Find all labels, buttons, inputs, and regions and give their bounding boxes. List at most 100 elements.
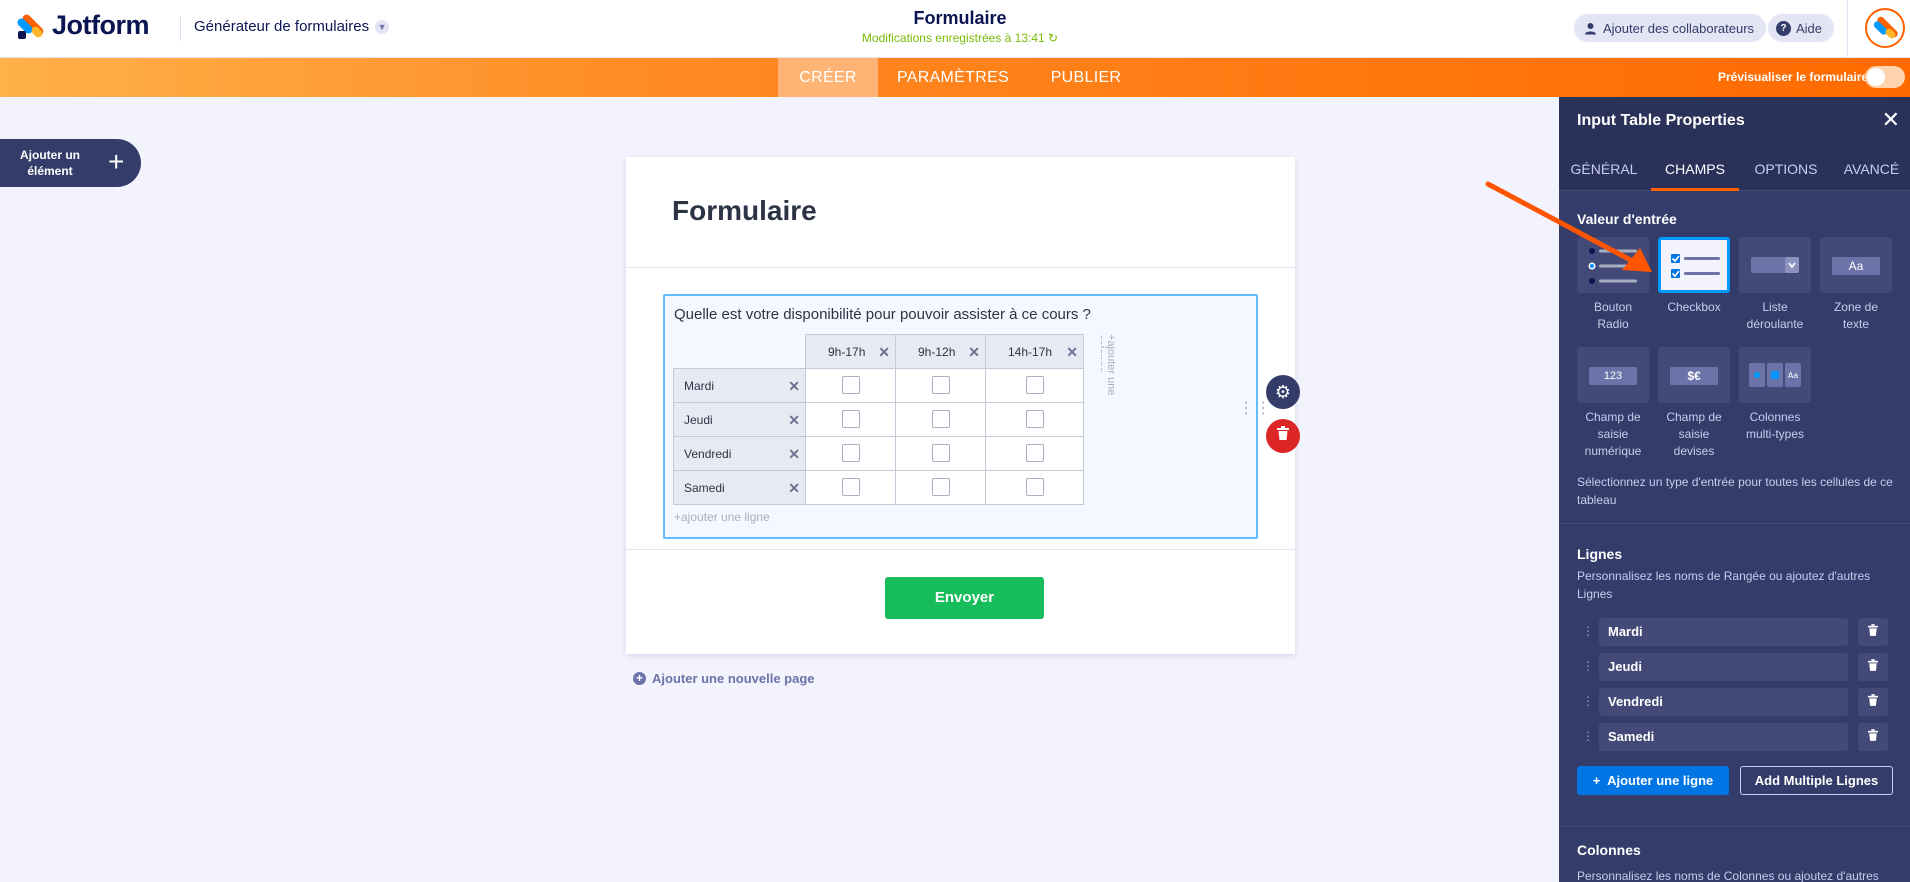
row-name-input[interactable]: Mardi	[1599, 618, 1848, 646]
tab-options[interactable]: OPTIONS	[1741, 147, 1831, 191]
add-element-button[interactable]: Ajouter un élément +	[0, 139, 141, 187]
builder-label: Générateur de formulaires	[194, 18, 370, 35]
help-button[interactable]: ? Aide	[1768, 14, 1835, 42]
row-name-input[interactable]: Vendredi	[1599, 688, 1848, 716]
row-editor: ⋮⋮ Vendredi	[1577, 688, 1900, 716]
close-icon[interactable]: ✕	[788, 480, 800, 497]
input-table-question[interactable]: Quelle est votre disponibilité pour pouv…	[663, 294, 1258, 539]
row-name-input[interactable]: Samedi	[1599, 723, 1848, 751]
input-option-text[interactable]: Aa Zone de texte	[1820, 237, 1892, 333]
input-option-number[interactable]: 123 Champ de saisie numérique	[1577, 347, 1649, 460]
table-cell	[805, 436, 896, 471]
jotform-logo-icon	[15, 11, 46, 41]
row-name-input[interactable]: Jeudi	[1599, 653, 1848, 681]
row-label: Samedi	[684, 480, 725, 495]
input-option-dropdown[interactable]: Liste déroulante	[1739, 237, 1811, 333]
close-icon[interactable]: ✕	[878, 344, 890, 361]
row-label: Vendredi	[684, 446, 732, 461]
question-label[interactable]: Quelle est votre disponibilité pour pouv…	[674, 306, 1091, 323]
currency-field-icon: $€	[1658, 347, 1730, 403]
cell-checkbox[interactable]	[1025, 410, 1044, 429]
table-cell	[805, 402, 896, 437]
save-status: Modifications enregistrées à 13:41 ↻	[760, 31, 1160, 45]
close-icon[interactable]: ✕	[1882, 107, 1900, 133]
add-row-link[interactable]: +ajouter une ligne	[674, 510, 770, 524]
cell-checkbox[interactable]	[1025, 376, 1044, 395]
row-editor: ⋮⋮ Mardi	[1577, 618, 1900, 646]
top-header: Jotform Générateur de formulaires ▼ Form…	[0, 0, 1910, 58]
close-icon[interactable]: ✕	[788, 378, 800, 395]
plus-circle-icon: +	[633, 672, 646, 685]
option-label: Champ de saisie devises	[1666, 410, 1722, 458]
trash-icon[interactable]	[1266, 419, 1300, 453]
close-icon[interactable]: ✕	[788, 446, 800, 463]
panel-header: Input Table Properties ✕	[1559, 97, 1910, 147]
column-label: 14h-17h	[1008, 344, 1053, 359]
column-label: 9h-17h	[828, 344, 866, 359]
add-page-link[interactable]: + Ajouter une nouvelle page	[633, 671, 815, 686]
drag-handle-icon[interactable]: ⋮⋮	[1238, 401, 1272, 417]
form-title-area: Formulaire Modifications enregistrées à …	[760, 8, 1160, 45]
input-description: Sélectionnez un type d'entrée pour toute…	[1577, 475, 1893, 507]
row-header[interactable]: Jeudi ✕	[673, 402, 806, 437]
add-column-link[interactable]: +ajouter une colonne	[1101, 334, 1117, 434]
add-page-label: Ajouter une nouvelle page	[652, 671, 815, 686]
form-heading[interactable]: Formulaire	[672, 195, 817, 227]
column-header[interactable]: 9h-12h ✕	[895, 334, 986, 369]
tab-publish[interactable]: PUBLIER	[1036, 58, 1136, 97]
collab-label: Ajouter des collaborateurs	[1603, 20, 1755, 36]
refresh-icon: ↻	[1048, 31, 1059, 45]
cell-checkbox[interactable]	[931, 376, 950, 395]
table-header-row: 9h-17h ✕ 9h-12h ✕ 14h-17h ✕	[674, 334, 1084, 369]
cell-checkbox[interactable]	[1025, 478, 1044, 497]
option-label: Bouton Radio	[1593, 300, 1633, 331]
input-option-currency[interactable]: $€ Champ de saisie devises	[1658, 347, 1730, 460]
header-form-title[interactable]: Formulaire	[760, 8, 1160, 29]
close-icon[interactable]: ✕	[1066, 344, 1078, 361]
trash-icon[interactable]	[1858, 618, 1888, 646]
cell-checkbox[interactable]	[841, 444, 860, 463]
submit-button[interactable]: Envoyer	[885, 577, 1044, 619]
table-cell	[985, 402, 1084, 437]
option-label: Champ de saisie numérique	[1584, 410, 1642, 458]
trash-icon[interactable]	[1858, 653, 1888, 681]
user-menu[interactable]	[1847, 0, 1910, 58]
table-cell	[985, 470, 1084, 505]
close-icon[interactable]: ✕	[968, 344, 980, 361]
preview-toggle[interactable]	[1865, 66, 1905, 88]
divider	[1559, 826, 1910, 827]
close-icon[interactable]: ✕	[788, 412, 800, 429]
table-row: Mardi ✕	[673, 368, 1084, 403]
option-label: Zone de texte	[1833, 300, 1879, 331]
cell-checkbox[interactable]	[841, 376, 860, 395]
add-multiple-rows-button[interactable]: Add Multiple Lignes	[1740, 766, 1893, 795]
cell-checkbox[interactable]	[931, 444, 950, 463]
form-builder-menu[interactable]: Générateur de formulaires ▼	[194, 18, 390, 35]
trash-icon[interactable]	[1858, 723, 1888, 751]
tab-settings[interactable]: PARAMÈTRES	[888, 58, 1018, 97]
avatar[interactable]	[1865, 8, 1905, 48]
row-header[interactable]: Vendredi ✕	[673, 436, 806, 471]
cell-checkbox[interactable]	[931, 478, 950, 497]
tab-create[interactable]: CRÉER	[778, 58, 878, 97]
number-glyph: 123	[1589, 367, 1637, 385]
trash-icon[interactable]	[1858, 688, 1888, 716]
column-header[interactable]: 14h-17h ✕	[985, 334, 1084, 369]
cell-checkbox[interactable]	[931, 410, 950, 429]
row-header[interactable]: Mardi ✕	[673, 368, 806, 403]
form-card: Formulaire Quelle est votre disponibilit…	[626, 157, 1295, 654]
table-cell	[895, 470, 986, 505]
cell-checkbox[interactable]	[1025, 444, 1044, 463]
add-row-button[interactable]: + Ajouter une ligne	[1577, 766, 1729, 795]
rows-description: Personnalisez les noms de Rangée ou ajou…	[1577, 569, 1871, 601]
row-header[interactable]: Samedi ✕	[673, 470, 806, 505]
tab-advanced[interactable]: AVANCÉ	[1833, 147, 1910, 191]
cell-checkbox[interactable]	[841, 478, 860, 497]
cell-checkbox[interactable]	[841, 410, 860, 429]
jotform-logo[interactable]: Jotform	[15, 10, 150, 41]
column-header[interactable]: 9h-17h ✕	[805, 334, 896, 369]
add-collaborators-button[interactable]: Ajouter des collaborateurs	[1574, 14, 1767, 42]
gear-icon[interactable]: ⚙	[1266, 375, 1300, 409]
input-option-multitype[interactable]: Aa Colonnes multi-types	[1739, 347, 1811, 443]
rows-title: Lignes	[1577, 546, 1623, 562]
